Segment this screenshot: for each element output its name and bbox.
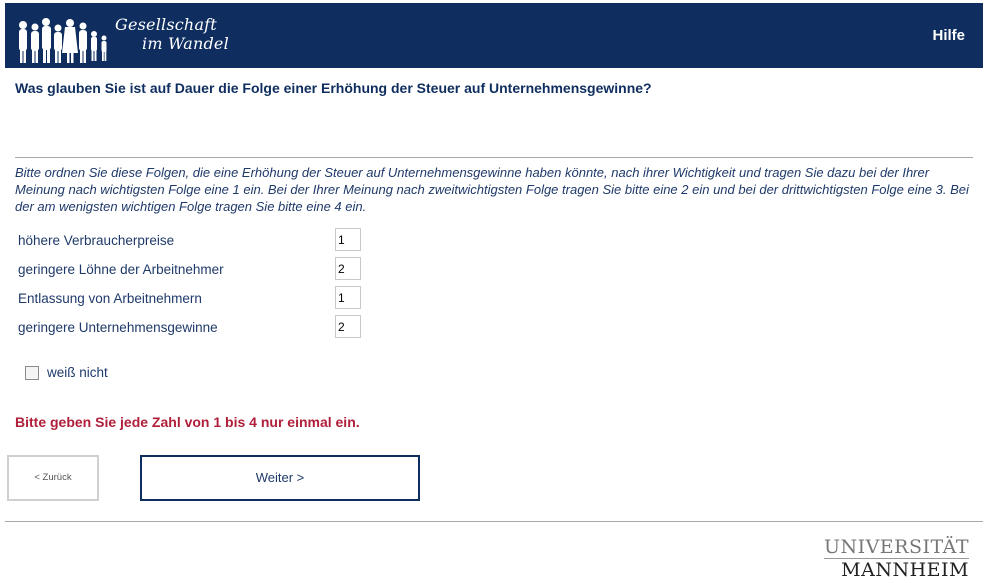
ranking-input-3[interactable] [335,286,361,309]
ranking-input-4[interactable] [335,315,361,338]
question-text: Was glauben Sie ist auf Dauer die Folge … [15,80,652,96]
ranking-label: höhere Verbraucherpreise [18,233,175,248]
people-silhouette-logo-icon [19,18,107,63]
university-logo: UNIVERSITÄT MANNHEIM [823,536,969,581]
ranking-label: geringere Unternehmensgewinne [18,320,218,335]
brand-line-2: im Wandel [142,34,229,53]
error-message: Bitte geben Sie jede Zahl von 1 bis 4 nu… [15,414,360,430]
ranking-row: geringere Löhne der Arbeitnehmer [18,257,368,286]
ranking-label: Entlassung von Arbeitnehmern [18,291,202,306]
help-link[interactable]: Hilfe [932,27,965,44]
university-line-2: MANNHEIM [841,559,969,581]
brand-line-1: Gesellschaft [115,15,217,34]
header-banner: Gesellschaft im Wandel Hilfe [5,3,983,68]
dont-know-label: weiß nicht [47,365,108,380]
ranking-input-1[interactable] [335,228,361,251]
university-line-1: UNIVERSITÄT [823,536,969,558]
next-button[interactable]: Weiter > [140,455,420,501]
brand-wordmark: Gesellschaft im Wandel [115,15,229,53]
instruction-text: Bitte ordnen Sie diese Folgen, die eine … [15,165,969,214]
ranking-input-2[interactable] [335,257,361,280]
ranking-row: Entlassung von Arbeitnehmern [18,286,368,315]
ranking-label: geringere Löhne der Arbeitnehmer [18,262,224,277]
dont-know-checkbox[interactable] [25,365,39,380]
ranking-row: höhere Verbraucherpreise [18,228,368,257]
ranking-list: höhere Verbraucherpreise geringere Löhne… [18,228,368,344]
footer-divider [5,521,983,522]
divider [15,157,973,158]
dont-know-option: weiß nicht [25,365,108,380]
ranking-row: geringere Unternehmensgewinne [18,315,368,344]
back-button[interactable]: < Zurück [7,455,99,501]
